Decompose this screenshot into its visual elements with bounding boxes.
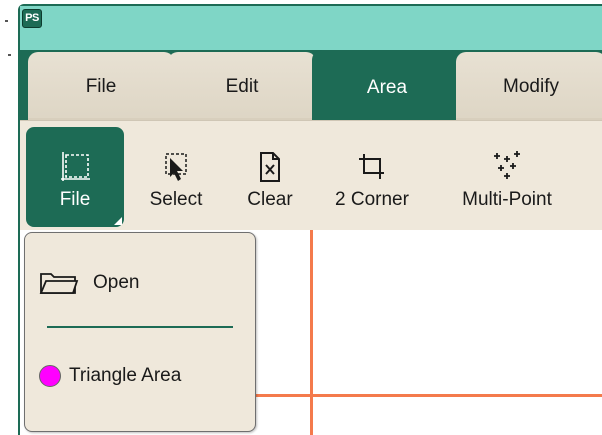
two-corner-crop-icon [356, 149, 388, 183]
tab-file[interactable]: File [28, 52, 174, 122]
tab-edit[interactable]: Edit [168, 52, 316, 122]
ribbon-select-button[interactable]: Select [136, 127, 216, 227]
ribbon-button-label: 2 Corner [335, 189, 409, 210]
tab-label: Area [366, 76, 408, 98]
horizontal-grid-line [240, 394, 602, 397]
file-dropdown-menu: Open Triangle Area [24, 232, 256, 432]
stray-mark [8, 54, 11, 56]
ribbon-button-label: Clear [247, 189, 293, 210]
menu-item-label: Open [93, 272, 140, 293]
ribbon-button-label: Select [149, 189, 203, 210]
menu-item-label: Triangle Area [69, 365, 182, 386]
title-bar: PS [20, 6, 602, 50]
vertical-grid-line [310, 230, 313, 435]
select-pointer-icon [161, 149, 191, 183]
menu-tabs: File Edit Area Modify [20, 50, 602, 125]
app-logo-icon: PS [22, 9, 42, 28]
multi-point-icon [487, 149, 527, 183]
dropdown-corner-icon [114, 217, 122, 225]
menu-item-open[interactable]: Open [39, 271, 139, 295]
clear-document-icon [257, 149, 283, 183]
tab-modify[interactable]: Modify [456, 52, 602, 122]
tab-label: File [85, 76, 117, 97]
ribbon-toolbar: File Select Clear 2 Corner Multi-Point [20, 120, 602, 230]
ribbon-button-label: File [59, 189, 91, 210]
tab-label: Edit [225, 76, 259, 97]
ribbon-file-button[interactable]: File [26, 127, 124, 227]
magenta-circle-icon [39, 365, 61, 387]
ribbon-two-corner-button[interactable]: 2 Corner [316, 127, 428, 227]
area-frame-icon [58, 149, 92, 183]
ribbon-clear-button[interactable]: Clear [232, 127, 308, 227]
tab-label: Modify [503, 76, 559, 97]
ribbon-button-label: Multi-Point [462, 189, 552, 210]
menu-item-triangle-area[interactable]: Triangle Area [39, 365, 181, 387]
stray-mark [5, 20, 8, 22]
ribbon-multi-point-button[interactable]: Multi-Point [442, 127, 572, 227]
folder-icon [39, 271, 79, 295]
tab-area[interactable]: Area [312, 50, 462, 125]
menu-separator [47, 326, 233, 328]
